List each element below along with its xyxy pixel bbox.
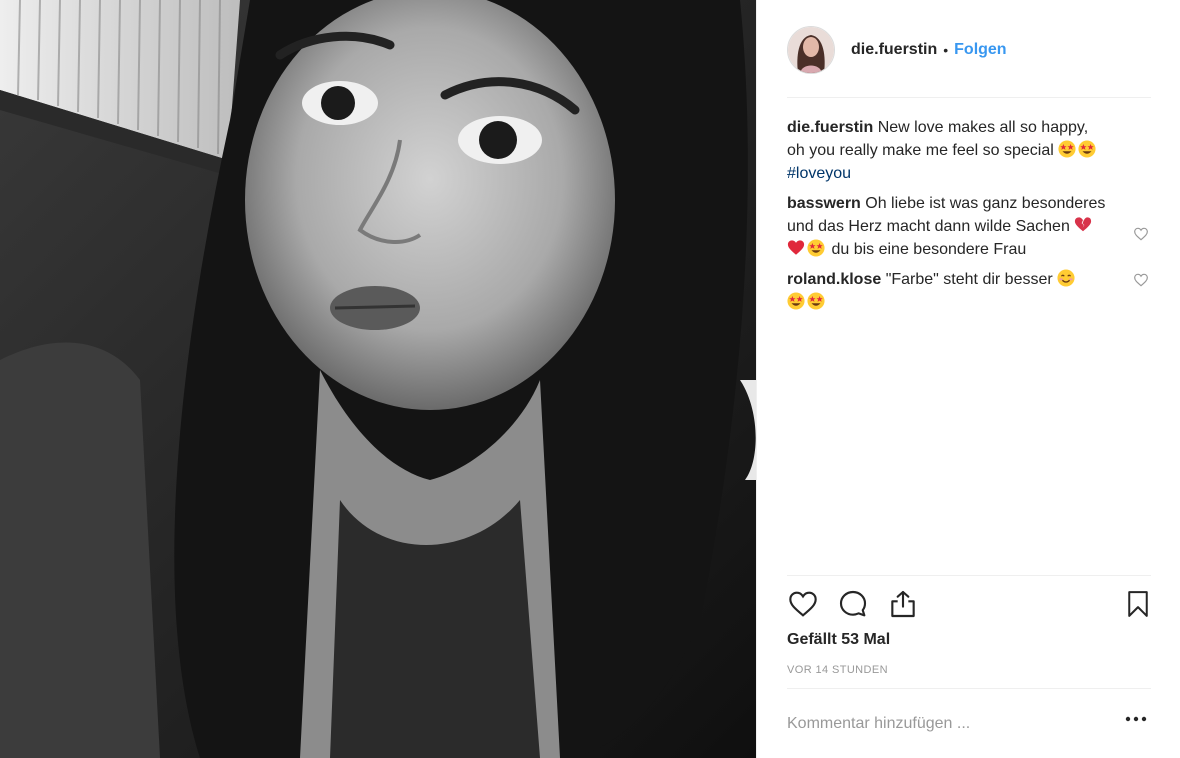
share-icon[interactable] <box>887 588 919 620</box>
star-struck-emoji-icon <box>807 239 825 257</box>
comment-author[interactable]: basswern <box>787 195 861 212</box>
avatar[interactable] <box>787 26 835 74</box>
comment-like-heart-icon[interactable] <box>1133 272 1149 288</box>
comment-text: "Farbe" steht dir besser <box>885 271 1053 288</box>
likes-count[interactable]: Gefällt 53 Mal <box>787 631 890 649</box>
red-heart-emoji-icon <box>787 240 805 255</box>
post-photo[interactable] <box>0 0 756 758</box>
comment-item: roland.klose "Farbe" steht dir besser <box>787 268 1151 314</box>
header-divider <box>787 97 1151 98</box>
comment-bubble-icon[interactable] <box>837 588 869 620</box>
smiling-face-emoji-icon <box>1057 269 1075 287</box>
comment-item: basswern Oh liebe ist was ganz besondere… <box>787 192 1151 261</box>
comment-author[interactable]: roland.klose <box>787 271 881 288</box>
instagram-post: die.fuerstin • Folgen die.fuerstin New l… <box>0 0 1180 758</box>
comment-author[interactable]: die.fuerstin <box>787 119 873 136</box>
add-comment-form <box>787 706 1151 742</box>
comment-input-divider <box>787 688 1151 689</box>
selfie-photo <box>0 0 756 758</box>
comment-input[interactable] <box>787 706 1107 742</box>
post-header: die.fuerstin • Folgen <box>787 22 1149 78</box>
post-timestamp[interactable]: VOR 14 STUNDEN <box>787 664 888 676</box>
star-struck-emoji-icon <box>1058 140 1076 158</box>
heart-icon[interactable] <box>787 588 819 620</box>
more-options-icon[interactable] <box>1125 716 1147 722</box>
broken-heart-emoji-icon <box>1075 217 1092 232</box>
star-struck-emoji-icon <box>787 292 805 310</box>
follow-button[interactable]: Folgen <box>954 41 1006 59</box>
star-struck-emoji-icon <box>807 292 825 310</box>
comment-text: du bis eine besondere Frau <box>831 241 1027 258</box>
star-struck-emoji-icon <box>1078 140 1096 158</box>
comments-list: die.fuerstin New love makes all so happy… <box>787 116 1151 321</box>
post-author-username[interactable]: die.fuerstin <box>851 41 937 59</box>
profile-photo-icon <box>788 27 834 73</box>
post-side-panel: die.fuerstin • Folgen die.fuerstin New l… <box>756 0 1180 758</box>
hashtag-link[interactable]: #loveyou <box>787 165 851 182</box>
caption-comment: die.fuerstin New love makes all so happy… <box>787 116 1151 185</box>
separator-dot: • <box>943 42 949 58</box>
actions-divider <box>787 575 1151 576</box>
bookmark-icon[interactable] <box>1123 588 1153 620</box>
comment-like-heart-icon[interactable] <box>1133 226 1149 242</box>
action-bar <box>787 588 1151 622</box>
